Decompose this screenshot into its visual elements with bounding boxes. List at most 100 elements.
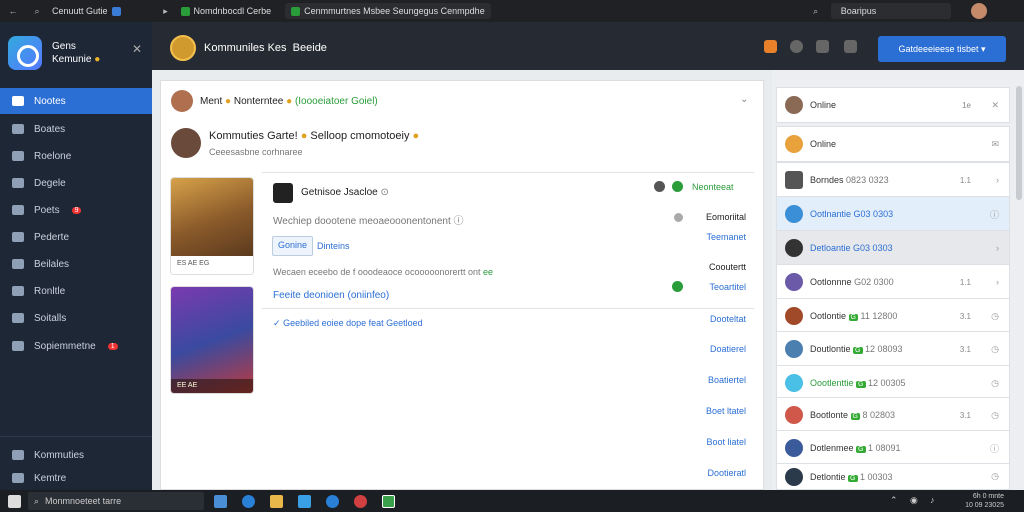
sidebar-item-soitalls[interactable]: Soitalls — [0, 305, 152, 331]
tab-1[interactable]: Cenuutt Gutie — [44, 0, 129, 22]
detail-side-link[interactable]: Dootieratl — [690, 468, 746, 478]
detail-side-link[interactable]: Boet ltatel — [690, 406, 746, 416]
panel-item[interactable]: Ootlontie G 11 12800 3.1 ◷ — [776, 298, 1010, 334]
search-icon[interactable]: ⌕ — [30, 6, 44, 17]
sidebar-item-ronltle[interactable]: Ronltle — [0, 278, 152, 304]
info-icon[interactable]: ⓘ — [990, 208, 999, 221]
detail-description: Wechiep doootene meoaeooonentonent ⓘ — [273, 216, 464, 227]
close-icon[interactable]: ✕ — [991, 100, 999, 111]
panel-item[interactable]: Bootlonte G 8 02803 3.1 ◷ — [776, 397, 1010, 433]
game-card-1[interactable]: ES AE EG — [170, 177, 254, 275]
nav-icon — [12, 124, 24, 134]
taskbar-search[interactable]: ⌕ Monmnoeteet tarre — [28, 492, 204, 510]
panel-item-selected[interactable]: Ootlnantie G03 0303 ⓘ — [776, 196, 1010, 232]
chevron-right-icon[interactable]: › — [996, 277, 999, 287]
community-avatar[interactable] — [170, 35, 196, 61]
clock-icon[interactable] — [790, 40, 803, 53]
nav-icon — [12, 473, 24, 483]
game-caption: ES AE EG — [171, 256, 253, 274]
clock-icon[interactable]: ◷ — [991, 311, 999, 322]
tab-gonine[interactable]: Gonine — [272, 236, 314, 256]
app-icon[interactable] — [354, 495, 367, 508]
tab-dinteins[interactable]: Dinteins — [317, 241, 350, 251]
edge-icon[interactable] — [242, 495, 255, 508]
chevron-up-icon[interactable]: ⌃ — [890, 495, 898, 506]
panel-item[interactable]: Detlontie G 1 00303 ◷ — [776, 463, 1010, 490]
sidebar-item-boates[interactable]: Boates — [0, 116, 152, 142]
back-icon[interactable]: ← — [6, 6, 20, 16]
clock-icon[interactable]: ◷ — [991, 378, 999, 389]
clock-icon[interactable]: ◷ — [991, 410, 999, 421]
panel-item[interactable]: Online ✉ — [776, 126, 1010, 162]
star-icon[interactable] — [844, 40, 857, 53]
avatar — [785, 96, 803, 114]
clock-icon[interactable]: ◷ — [991, 471, 999, 482]
record-icon[interactable] — [654, 181, 665, 192]
panel-item[interactable]: Doutlontie G 12 08093 3.1 ◷ — [776, 331, 1010, 367]
volume-icon[interactable]: ♪ — [930, 495, 935, 505]
info-icon[interactable]: ⓘ — [990, 442, 999, 455]
clock-icon[interactable]: ◷ — [991, 344, 999, 355]
windows-start-icon[interactable] — [8, 495, 21, 508]
nav-label: Degele — [34, 177, 66, 189]
sidebar-item-poets[interactable]: Poets 9 — [0, 197, 152, 223]
game-card-2[interactable]: EE AE — [170, 286, 254, 394]
profile-switcher[interactable]: Boaripus — [830, 3, 951, 19]
sidebar-item-nootes[interactable]: Nootes — [0, 88, 152, 114]
network-icon[interactable]: ◉ — [910, 495, 918, 506]
nav-icon — [12, 151, 24, 161]
sidebar-footer-item[interactable]: Kemtre — [0, 465, 152, 491]
user-avatar[interactable] — [970, 3, 987, 19]
gift-icon[interactable] — [764, 40, 777, 53]
primary-action-button[interactable]: Gatdeeeieese tisbet ▾ — [878, 36, 1006, 62]
chevron-right-icon[interactable]: › — [996, 175, 999, 185]
app-icon[interactable] — [298, 495, 311, 508]
tab-3[interactable]: Cenmmurtnes Msbee Seungegus Cenmpdhe — [285, 3, 491, 19]
chevron-down-icon[interactable]: ⌄ — [740, 94, 748, 105]
clock[interactable]: 6h 0 mnte 10 09 23025 — [948, 492, 1004, 510]
nav-label: Kommuties — [34, 449, 85, 461]
panel-item-name: Ootlnantie G03 0303 — [810, 209, 894, 219]
sidebar-item-degele[interactable]: Degele — [0, 170, 152, 196]
nav-icon — [12, 178, 24, 188]
panel-item[interactable]: Online 1e ✕ — [776, 87, 1010, 123]
panel-item[interactable]: Borndes 0823 0323 1.1 › — [776, 162, 1010, 198]
detail-side-link[interactable]: Teoartitel — [690, 282, 746, 292]
detail-link[interactable]: Feeite deonioen (oniinfeo) — [273, 290, 389, 301]
app-icon[interactable] — [382, 495, 395, 508]
play-icon[interactable]: ▸ — [159, 6, 173, 17]
panel-item[interactable]: Detloantie G03 0303 › — [776, 230, 1010, 266]
detail-side-link[interactable]: Doatierel — [690, 344, 746, 354]
post-headline: Kommuties Garte! ● Selloop cmomotoeiy ● — [209, 130, 420, 142]
tab-2[interactable]: Nomdnbocdl Cerbe — [173, 0, 280, 22]
search-icon[interactable]: ⌕ — [809, 6, 823, 17]
sidebar-item-sopiemmetne[interactable]: Sopiemmetne 1 — [0, 333, 152, 359]
close-icon[interactable]: ✕ — [132, 42, 142, 56]
app-icon[interactable] — [326, 495, 339, 508]
mail-icon[interactable]: ✉ — [991, 139, 999, 150]
page-title: Kommuniles Kes Beeide — [204, 42, 327, 54]
sidebar-item-pederte[interactable]: Pederte — [0, 224, 152, 250]
author-avatar[interactable] — [171, 90, 193, 112]
scrollbar[interactable] — [1016, 86, 1022, 200]
avatar — [785, 374, 803, 392]
folder-icon[interactable] — [270, 495, 283, 508]
avatar — [785, 135, 803, 153]
nav-icon — [12, 96, 24, 106]
file-explorer-icon[interactable] — [214, 495, 227, 508]
badge: 1 — [107, 342, 118, 350]
panel-item[interactable]: Oootlenttie G 12 00305 ◷ — [776, 365, 1010, 401]
home-icon[interactable] — [816, 40, 829, 53]
detail-side-link[interactable]: Teemanet — [690, 232, 746, 242]
post-avatar[interactable] — [171, 128, 201, 158]
detail-side-link[interactable]: Dooteltat — [690, 314, 746, 324]
detail-side-link[interactable]: Boatiertel — [690, 375, 746, 385]
panel-item[interactable]: Ootlonnne G02 0300 1.1 › — [776, 264, 1010, 300]
sidebar-item-roelone[interactable]: Roelone — [0, 143, 152, 169]
sidebar-item-beilales[interactable]: Beilales — [0, 251, 152, 277]
panel-item[interactable]: Dotlenmee G 1 08091 ⓘ — [776, 430, 1010, 466]
chevron-right-icon[interactable]: › — [996, 243, 999, 253]
detail-side-link[interactable]: Boot liatel — [690, 437, 746, 447]
panel-item-meta: 1.1 — [959, 175, 971, 185]
nav-label: Roelone — [34, 150, 72, 162]
